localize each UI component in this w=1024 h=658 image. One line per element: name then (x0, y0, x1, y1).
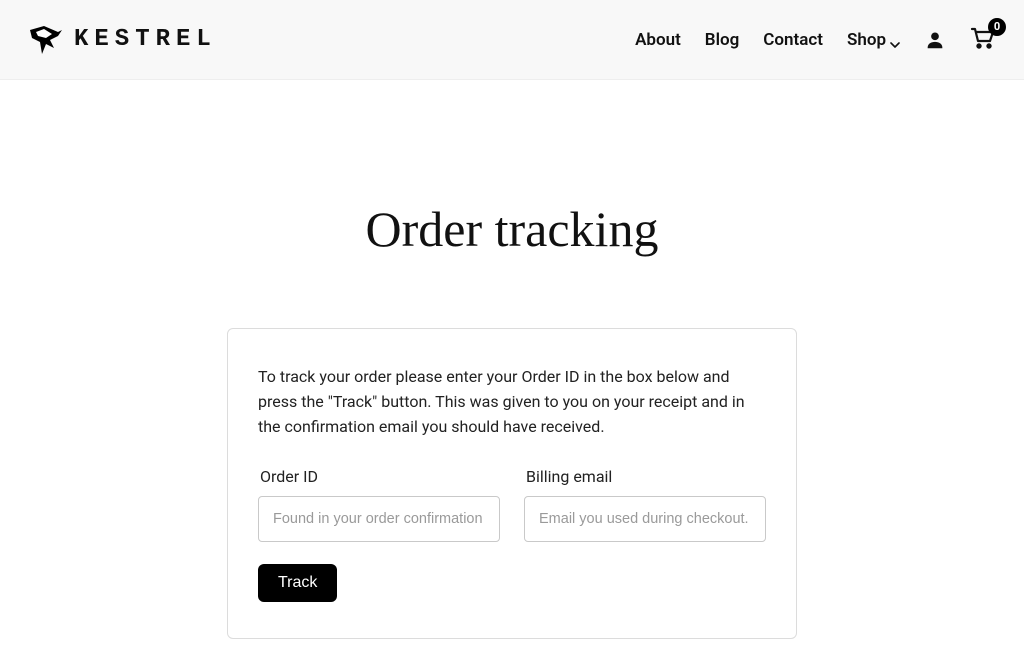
cart-count-badge: 0 (988, 18, 1006, 36)
tracking-instructions: To track your order please enter your Or… (258, 365, 766, 439)
nav-contact[interactable]: Contact (763, 30, 823, 50)
site-logo[interactable]: KESTREL (28, 24, 217, 56)
brand-name: KESTREL (74, 28, 217, 52)
billing-email-input[interactable] (524, 496, 766, 542)
page-title: Order tracking (366, 200, 659, 258)
billing-email-field-wrapper: Billing email (524, 467, 766, 542)
nav-shop-label: Shop (847, 30, 886, 50)
track-button[interactable]: Track (258, 564, 337, 602)
nav-blog[interactable]: Blog (705, 30, 740, 50)
nav-shop[interactable]: Shop (847, 30, 900, 50)
nav-about[interactable]: About (635, 30, 681, 50)
account-icon[interactable] (924, 29, 946, 51)
order-id-input[interactable] (258, 496, 500, 542)
form-fields: Order ID Billing email (258, 467, 766, 542)
billing-email-label: Billing email (524, 467, 766, 486)
order-id-field-wrapper: Order ID (258, 467, 500, 542)
main-content: Order tracking To track your order pleas… (0, 80, 1024, 639)
cart-button[interactable]: 0 (970, 26, 996, 54)
chevron-down-icon (890, 35, 900, 45)
site-header: KESTREL About Blog Contact Shop 0 (0, 0, 1024, 80)
order-tracking-card: To track your order please enter your Or… (227, 328, 797, 639)
primary-nav: About Blog Contact Shop 0 (635, 26, 996, 54)
bird-logo-icon (28, 24, 64, 56)
order-id-label: Order ID (258, 467, 500, 486)
